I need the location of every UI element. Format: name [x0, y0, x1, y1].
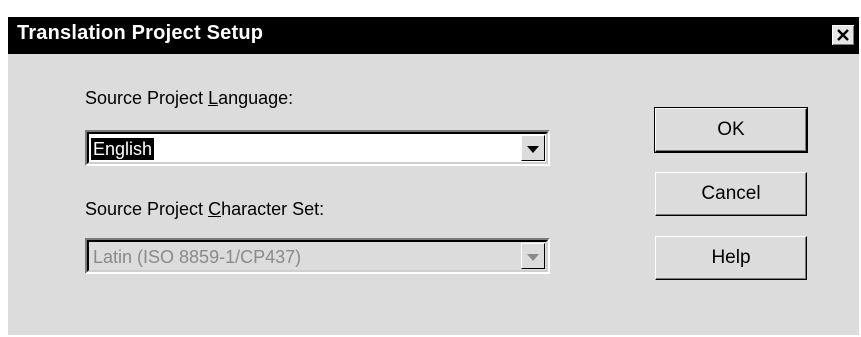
source-language-dropdown-button[interactable]	[521, 135, 545, 161]
character-set-label: Source Project Character Set:	[85, 199, 325, 219]
source-language-select[interactable]: English	[85, 130, 550, 166]
close-button[interactable]	[831, 24, 855, 46]
source-language-value: English	[91, 138, 155, 160]
character-set-field: Latin (ISO 8859-1/CP437)	[89, 242, 520, 270]
character-set-value: Latin (ISO 8859-1/CP437)	[93, 247, 302, 267]
translation-project-setup-dialog: Translation Project Setup Source Project…	[8, 17, 859, 335]
ok-button[interactable]: OK	[654, 107, 808, 153]
cancel-button[interactable]: Cancel	[655, 172, 807, 216]
character-set-dropdown-button	[521, 243, 545, 269]
source-language-label: Source Project Language:	[85, 88, 294, 108]
close-x-icon	[837, 29, 849, 41]
chevron-down-icon	[527, 146, 539, 153]
title-bar[interactable]: Translation Project Setup	[8, 17, 859, 54]
chevron-down-icon	[527, 254, 539, 261]
source-language-field[interactable]: English	[89, 134, 520, 162]
dialog-title: Translation Project Setup	[17, 22, 264, 44]
help-button[interactable]: Help	[655, 236, 807, 280]
character-set-select[interactable]: Latin (ISO 8859-1/CP437)	[85, 238, 550, 274]
